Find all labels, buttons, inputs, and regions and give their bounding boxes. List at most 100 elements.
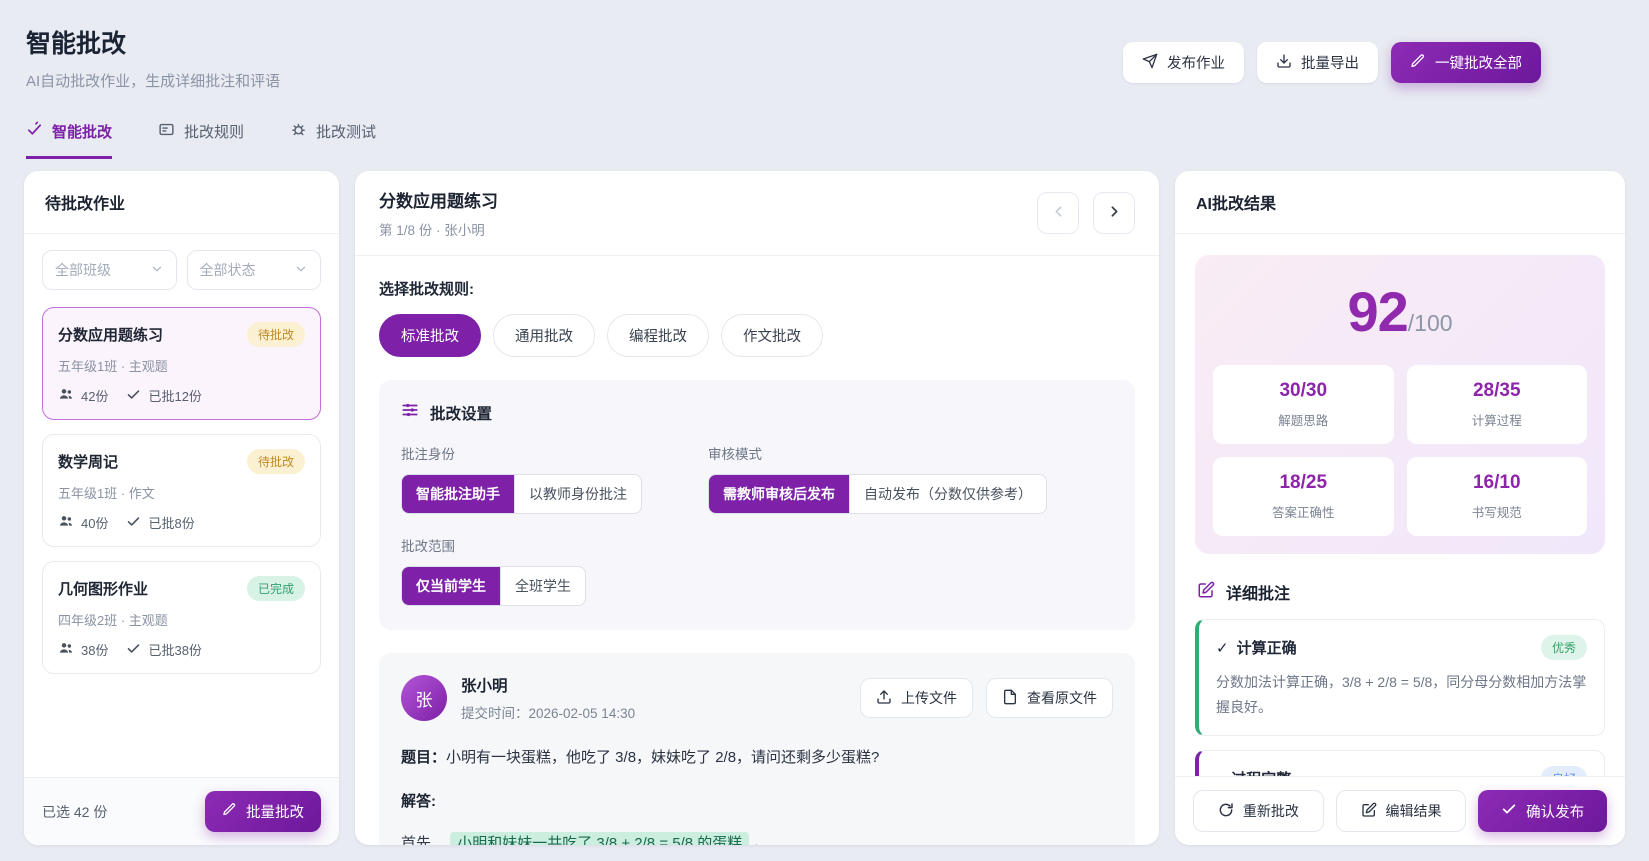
- grading-settings: 批改设置 批注身份 智能批注助手 以教师身份批注 审核模式 需教师审核后发布 自…: [379, 380, 1135, 630]
- student-avatar: 张: [401, 675, 447, 721]
- dimension-handwriting: 16/10 书写规范: [1406, 457, 1587, 536]
- rule-standard[interactable]: 标准批改: [379, 314, 481, 357]
- assignment-meta: 五年级1班 · 作文: [58, 486, 155, 501]
- next-submission-button[interactable]: [1093, 192, 1135, 234]
- pen-icon: [222, 802, 237, 821]
- assignment-card-fraction-practice[interactable]: 分数应用题练习 待批改 五年级1班 · 主观题 42份 已批12份: [42, 307, 321, 420]
- segment-current-student[interactable]: 仅当前学生: [402, 567, 500, 605]
- field-label: 审核模式: [708, 447, 762, 462]
- answer-line-1: 首先， 小明和妹妹一共吃了 3/8 + 2/8 = 5/8 的蛋糕 。: [401, 830, 1113, 845]
- publish-assignment-button[interactable]: 发布作业: [1123, 42, 1244, 83]
- segment-as-teacher[interactable]: 以教师身份批注: [514, 475, 641, 513]
- upload-file-button[interactable]: 上传文件: [860, 678, 973, 718]
- submission-count-label: 40份: [81, 516, 109, 531]
- annotations-title: 详细批注: [1226, 586, 1291, 603]
- top-bar: 智能批改 AI自动批改作业，生成详细批注和评语 发布作业 批量导出 一键批改全部: [0, 0, 1649, 91]
- answer-line-1-suffix: 。: [753, 835, 769, 845]
- submission-count: 38份: [58, 640, 108, 659]
- graded-count-label: 已批38份: [148, 643, 202, 658]
- upload-icon: [876, 689, 892, 708]
- submission-actions: 上传文件 查看原文件: [860, 678, 1113, 718]
- annotator-identity-segmented: 智能批注助手 以教师身份批注: [401, 474, 642, 514]
- page-subtitle: AI自动批改作业，生成详细批注和评语: [26, 73, 281, 90]
- submission-count: 42份: [58, 386, 108, 405]
- publish-assignment-label: 发布作业: [1167, 56, 1225, 72]
- tab-smart-grading[interactable]: 智能批改: [26, 121, 113, 159]
- annotation-title-text: 计算正确: [1236, 640, 1297, 657]
- regrade-label: 重新批改: [1242, 803, 1299, 819]
- grade-all-button[interactable]: 一键批改全部: [1391, 42, 1541, 83]
- grading-scope-segmented: 仅当前学生 全班学生: [401, 566, 586, 606]
- detail-header: 分数应用题练习 第 1/8 份 · 张小明: [355, 171, 1159, 256]
- chevron-right-icon: [1106, 203, 1123, 223]
- check-icon: [126, 514, 141, 532]
- graded-count-label: 已批8份: [148, 516, 195, 531]
- edit-result-button[interactable]: 编辑结果: [1335, 790, 1467, 832]
- tab-grading-test[interactable]: 批改测试: [290, 121, 376, 159]
- settings-heading: 批改设置: [401, 401, 1113, 424]
- prev-submission-button[interactable]: [1037, 192, 1079, 234]
- class-filter-select[interactable]: 全部班级: [42, 250, 177, 290]
- selected-count: 已选 42 份: [42, 803, 108, 820]
- question-text: 小明有一块蛋糕，他吃了 3/8，妹妹吃了 2/8，请问还剩多少蛋糕?: [446, 749, 880, 766]
- field-label: 批注身份: [401, 447, 455, 462]
- header-actions: 发布作业 批量导出 一键批改全部: [1123, 42, 1541, 83]
- field-grading-scope: 批改范围 仅当前学生 全班学生: [401, 535, 1113, 606]
- confirm-publish-button[interactable]: 确认发布: [1478, 790, 1608, 832]
- answer-line-1-highlight[interactable]: 小明和妹妹一共吃了 3/8 + 2/8 = 5/8 的蛋糕: [450, 832, 750, 845]
- batch-export-label: 批量导出: [1301, 56, 1359, 72]
- result-body[interactable]: 92/100 30/30 解题思路 28/35 计算过程 18/25 答案正确性…: [1175, 234, 1625, 845]
- annotation-text: 分数加法计算正确，3/8 + 2/8 = 5/8，同分母分数相加方法掌握良好。: [1216, 674, 1587, 716]
- detail-body[interactable]: 选择批改规则: 标准批改 通用批改 编程批改 作文批改 批改设置 批注身份 智能…: [355, 256, 1159, 845]
- rules-label: 选择批改规则:: [379, 281, 474, 298]
- dimension-value: 18/25: [1279, 472, 1328, 493]
- view-original-file-button[interactable]: 查看原文件: [986, 678, 1113, 718]
- dimension-correctness: 18/25 答案正确性: [1213, 457, 1394, 536]
- submission-count-label: 38份: [81, 643, 109, 658]
- field-label: 批改范围: [401, 539, 455, 554]
- score-total: /100: [1407, 310, 1453, 336]
- answer-line-1-prefix: 首先，: [401, 835, 447, 845]
- assignment-card-math-journal[interactable]: 数学周记 待批改 五年级1班 · 作文 40份 已批8份: [42, 434, 321, 547]
- queue-filters: 全部班级 全部状态: [24, 234, 339, 292]
- check-icon: [126, 387, 141, 405]
- ai-result-panel: AI批改结果 92/100 30/30 解题思路 28/35 计算过程 18/2…: [1175, 171, 1625, 845]
- assignment-card-header: 分数应用题练习 待批改: [58, 322, 305, 347]
- dimension-label: 计算过程: [1471, 414, 1522, 428]
- chevron-down-icon: [294, 262, 308, 279]
- assignment-card-header: 几何图形作业 已完成: [58, 576, 305, 601]
- settings-title: 批改设置: [430, 405, 493, 423]
- dimension-label: 答案正确性: [1271, 506, 1335, 520]
- paper-plane-icon: [1142, 53, 1158, 73]
- segment-ai-assistant[interactable]: 智能批注助手: [402, 475, 514, 513]
- score-card: 92/100 30/30 解题思路 28/35 计算过程 18/25 答案正确性…: [1195, 255, 1605, 554]
- graded-count-label: 已批12份: [148, 389, 202, 404]
- segment-auto-publish[interactable]: 自动发布（分数仅供参考）: [849, 475, 1046, 513]
- segment-review-before-publish[interactable]: 需教师审核后发布: [709, 475, 849, 513]
- rule-essay[interactable]: 作文批改: [721, 314, 823, 357]
- graded-count: 已批8份: [126, 513, 195, 532]
- assignment-stats: 38份 已批38份: [58, 640, 305, 659]
- submission-detail-panel: 分数应用题练习 第 1/8 份 · 张小明 选择批改规则: 标准批改 通用批改: [355, 171, 1159, 845]
- batch-grade-button[interactable]: 批量批改: [205, 791, 321, 832]
- batch-export-button[interactable]: 批量导出: [1257, 42, 1378, 83]
- status-filter-select[interactable]: 全部状态: [186, 250, 321, 290]
- check-icon: [126, 641, 141, 659]
- rule-general[interactable]: 通用批改: [493, 314, 595, 357]
- graded-count: 已批12份: [126, 386, 202, 405]
- rule-programming[interactable]: 编程批改: [607, 314, 709, 357]
- smart-grading-page: 智能批改 AI自动批改作业，生成详细批注和评语 发布作业 批量导出 一键批改全部…: [0, 0, 1649, 861]
- score-line: 92/100: [1213, 279, 1587, 344]
- assignment-name: 分数应用题练习: [58, 327, 164, 344]
- regrade-button[interactable]: 重新批改: [1193, 790, 1324, 832]
- sliders-icon: [401, 401, 419, 424]
- check-pen-icon: [26, 121, 43, 142]
- detail-title: 分数应用题练习: [379, 192, 498, 211]
- student-text: 张小明 提交时间：2026-02-05 14:30: [461, 674, 635, 722]
- assignment-card-geometry[interactable]: 几何图形作业 已完成 四年级2班 · 主观题 38份 已批38份: [42, 561, 321, 674]
- rating-badge: 优秀: [1540, 635, 1587, 660]
- segment-whole-class[interactable]: 全班学生: [500, 567, 585, 605]
- grade-all-label: 一键批改全部: [1435, 56, 1522, 72]
- tab-grading-rules[interactable]: 批改规则: [158, 121, 244, 159]
- bug-icon: [290, 121, 307, 142]
